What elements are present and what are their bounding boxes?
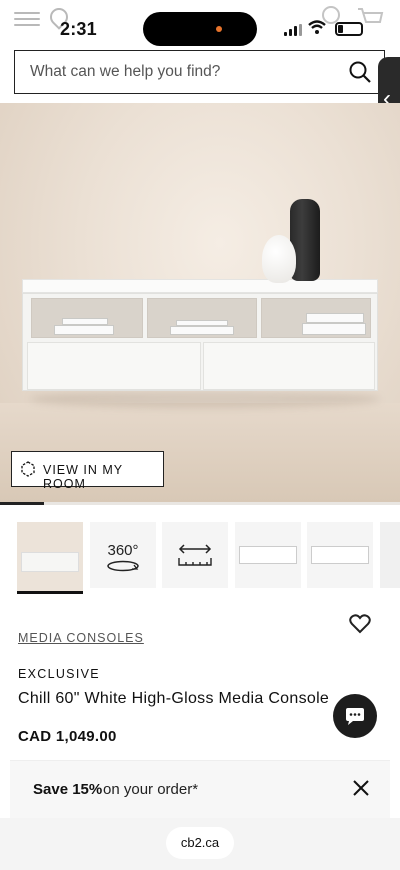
- console-drawer: [203, 342, 375, 390]
- view-in-my-room-button[interactable]: VIEW IN MY ROOM: [11, 451, 164, 491]
- console-top: [22, 279, 378, 293]
- cart-icon[interactable]: [356, 6, 384, 30]
- dynamic-island: [143, 12, 257, 46]
- wifi-icon: [308, 20, 326, 34]
- console-body: [22, 293, 378, 391]
- console-cubby: [31, 298, 143, 338]
- thumbnail-photo[interactable]: [17, 522, 83, 594]
- gallery-progress: [0, 502, 400, 505]
- thumbnail-360[interactable]: 360°: [90, 522, 156, 588]
- product-title: Chill 60" White High-Gloss Media Console: [18, 690, 330, 707]
- thumbnail-dimensions[interactable]: [162, 522, 228, 588]
- thumbnail-partial[interactable]: [380, 522, 400, 588]
- chat-bubble-icon: [346, 708, 364, 725]
- favorite-heart-icon[interactable]: [349, 614, 371, 634]
- console-drawer: [27, 342, 201, 390]
- product-hero-image[interactable]: [0, 103, 400, 503]
- exclusive-badge: EXCLUSIVE: [18, 667, 100, 681]
- thumbnail-front-view[interactable]: [235, 522, 301, 588]
- browser-bottom-bar: cb2.ca: [0, 818, 400, 870]
- thumbnail-strip: 360°: [0, 522, 400, 594]
- ar-cube-icon: [21, 461, 35, 477]
- book-stack: [176, 320, 228, 326]
- promo-text: on your order*: [103, 781, 199, 798]
- product-price: CAD 1,049.00: [18, 728, 117, 745]
- book-stack: [306, 313, 364, 323]
- console-shadow: [30, 390, 380, 408]
- cellular-signal-icon: [284, 24, 302, 36]
- media-console-illustration: [22, 279, 378, 391]
- rotate-360-icon: [107, 560, 139, 572]
- console-cubby: [261, 298, 371, 338]
- thumb-console: [21, 552, 79, 572]
- menu-icon[interactable]: [14, 12, 40, 26]
- search-bar: [14, 50, 385, 94]
- book-stack: [170, 326, 234, 335]
- view-in-my-room-label: VIEW IN MY ROOM: [43, 463, 123, 491]
- address-bar[interactable]: cb2.ca: [166, 827, 234, 859]
- thumbnail-angle-view[interactable]: [307, 522, 373, 588]
- search-input[interactable]: [15, 51, 335, 92]
- book-stack: [54, 325, 114, 335]
- white-vase: [262, 235, 296, 283]
- chat-button[interactable]: [333, 694, 377, 738]
- status-time: 2:31: [60, 19, 97, 39]
- category-link[interactable]: MEDIA CONSOLES: [18, 631, 144, 645]
- thumbnail-360-caption: 360°: [107, 542, 139, 559]
- console-cubby: [147, 298, 257, 338]
- thumb-console: [239, 546, 297, 564]
- close-icon[interactable]: [352, 779, 370, 797]
- status-bar: 2:31: [0, 0, 400, 48]
- thumb-console: [311, 546, 369, 564]
- book-stack: [302, 323, 366, 335]
- dimensions-ruler-icon: [178, 544, 212, 566]
- gallery-progress-fill: [0, 502, 44, 505]
- promo-discount: Save 15%: [33, 781, 103, 798]
- book-stack: [62, 318, 108, 325]
- search-icon[interactable]: [348, 60, 372, 84]
- promo-banner: Save 15% on your order*: [10, 760, 390, 818]
